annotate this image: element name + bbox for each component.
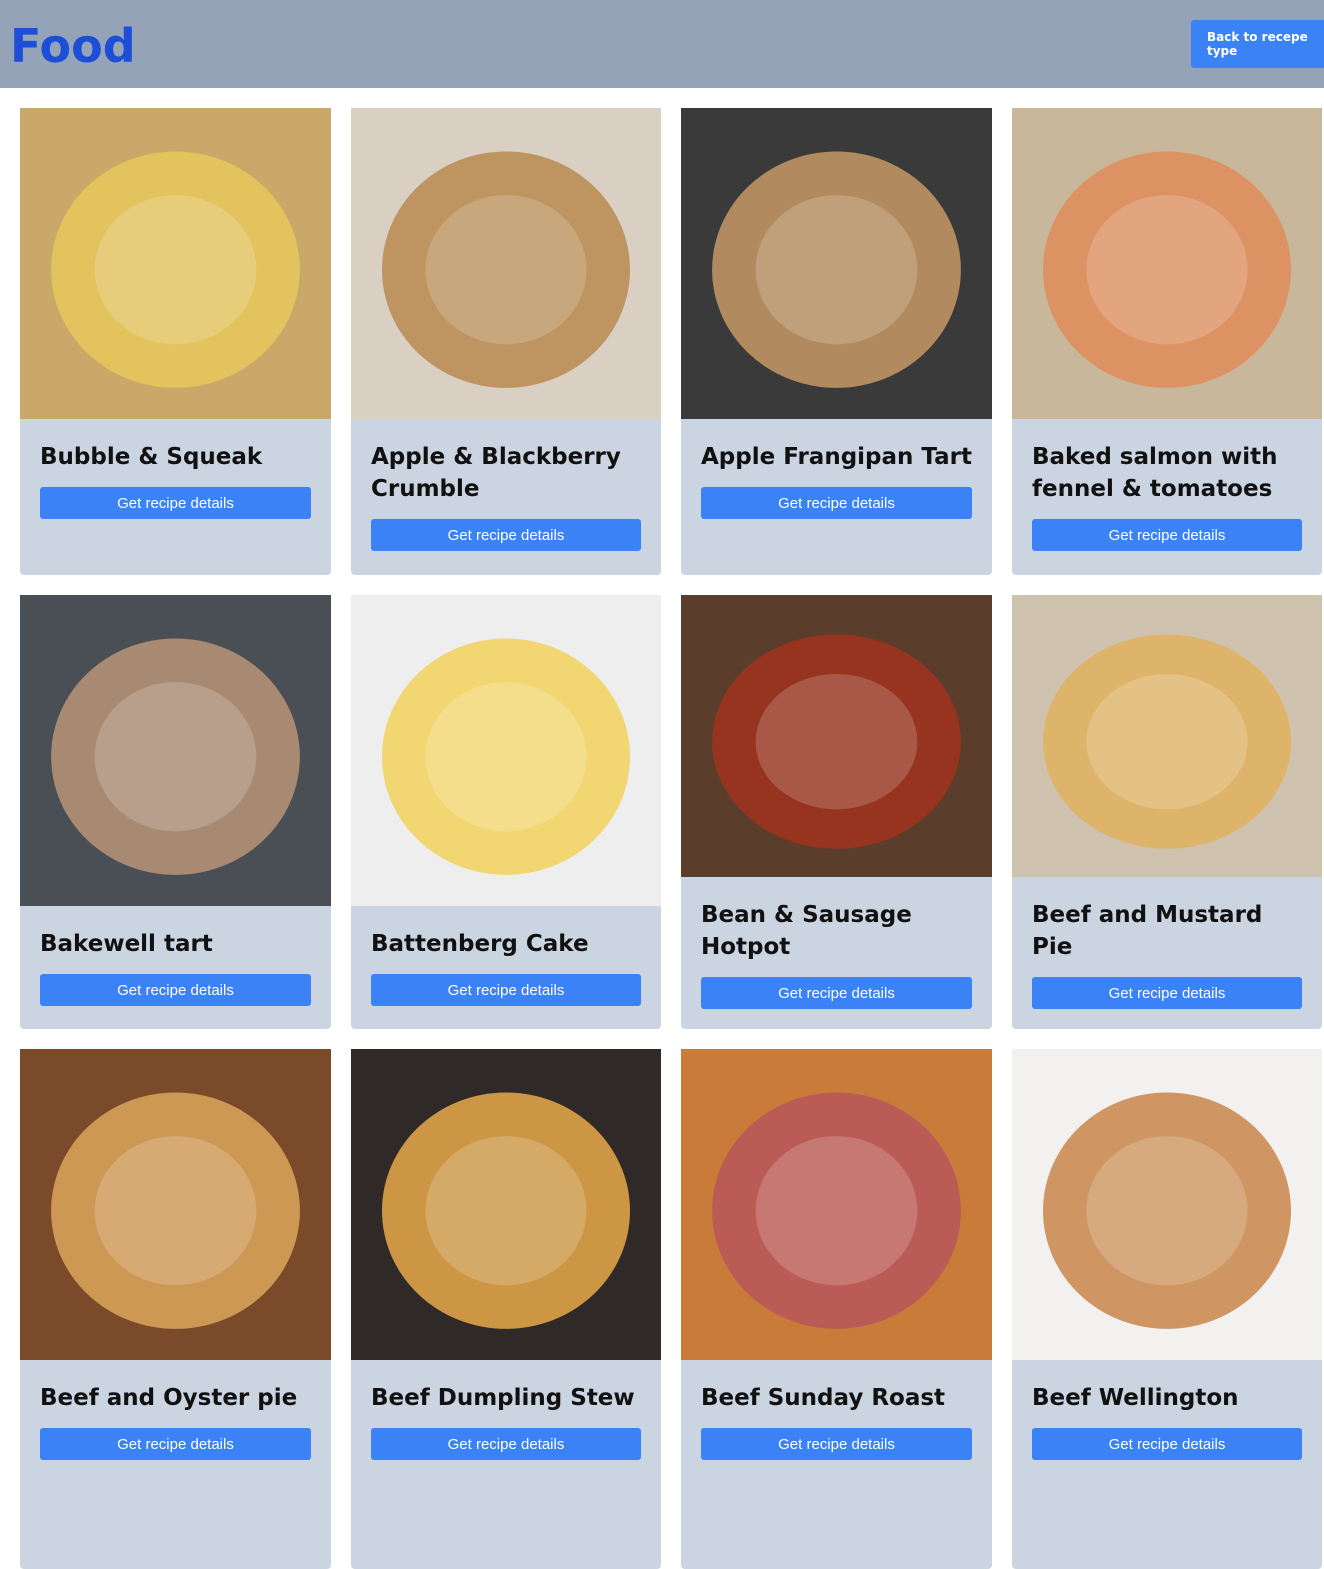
recipe-card: Baked salmon with fennel & tomatoes Get r… [1012, 108, 1322, 575]
recipe-title: Bakewell tart [40, 931, 213, 957]
recipe-image [20, 1049, 331, 1360]
beef-wellington-photo [1012, 1049, 1322, 1360]
recipe-image [20, 108, 331, 419]
recipe-image [351, 595, 661, 906]
bean-hotpot-photo [681, 595, 992, 877]
recipe-card: Beef Dumpling Stew Get recipe details [351, 1049, 661, 1569]
recipe-title: Beef Sunday Roast [701, 1385, 946, 1411]
recipe-image [681, 108, 992, 419]
recipe-card-body: Beef Wellington Get recipe details [1012, 1360, 1322, 1569]
page-title: Food [10, 19, 136, 73]
recipe-card: Apple & Blackberry Crumble Get recipe det… [351, 108, 661, 575]
recipe-title: Beef Dumpling Stew [371, 1385, 635, 1411]
recipe-image [351, 1049, 661, 1360]
recipe-card-body: Apple Frangipan Tart Get recipe details [681, 419, 992, 575]
salmon-photo [1012, 108, 1322, 419]
recipe-title: Apple & Blackberry Crumble [371, 444, 621, 502]
recipe-card-body: Bubble & Squeak Get recipe details [20, 419, 331, 575]
sunday-roast-photo [681, 1049, 992, 1360]
recipe-card: Bubble & Squeak Get recipe details [20, 108, 331, 575]
recipe-title: Bubble & Squeak [40, 444, 263, 470]
get-recipe-details-button[interactable]: Get recipe details [40, 1428, 311, 1460]
bubble-squeak-photo [20, 108, 331, 419]
recipe-card: Bean & Sausage Hotpot Get recipe details [681, 595, 992, 1029]
recipe-image [1012, 595, 1322, 877]
recipe-title: Battenberg Cake [371, 931, 589, 957]
recipe-image [20, 595, 331, 906]
recipe-card: Beef and Mustard Pie Get recipe details [1012, 595, 1322, 1029]
recipe-card-body: Beef and Oyster pie Get recipe details [20, 1360, 331, 1569]
recipe-card: Apple Frangipan Tart Get recipe details [681, 108, 992, 575]
recipe-image [681, 1049, 992, 1360]
recipe-title: Bean & Sausage Hotpot [701, 902, 912, 960]
get-recipe-details-button[interactable]: Get recipe details [371, 974, 641, 1006]
back-to-recipe-type-button[interactable]: Back to recepe type [1191, 20, 1324, 68]
get-recipe-details-button[interactable]: Get recipe details [701, 1428, 972, 1460]
recipe-grid: Bubble & Squeak Get recipe details Apple &… [20, 108, 1322, 1569]
get-recipe-details-button[interactable]: Get recipe details [1032, 1428, 1302, 1460]
get-recipe-details-button[interactable]: Get recipe details [701, 977, 972, 1009]
recipe-image [1012, 108, 1322, 419]
recipe-card-body: Bean & Sausage Hotpot Get recipe details [681, 877, 992, 1029]
battenberg-cake-photo [351, 595, 661, 906]
get-recipe-details-button[interactable]: Get recipe details [40, 487, 311, 519]
beef-mustard-pie-photo [1012, 595, 1322, 877]
frangipan-tart-photo [681, 108, 992, 419]
recipe-title: Beef and Mustard Pie [1032, 902, 1263, 960]
recipe-card-body: Beef and Mustard Pie Get recipe details [1012, 877, 1322, 1029]
recipe-card: Battenberg Cake Get recipe details [351, 595, 661, 1029]
recipe-title: Apple Frangipan Tart [701, 444, 972, 470]
beef-oyster-pie-photo [20, 1049, 331, 1360]
recipe-card-body: Beef Sunday Roast Get recipe details [681, 1360, 992, 1569]
recipe-card-body: Bakewell tart Get recipe details [20, 906, 331, 1029]
recipe-title: Beef and Oyster pie [40, 1385, 298, 1411]
recipe-card-body: Battenberg Cake Get recipe details [351, 906, 661, 1029]
crumble-photo [351, 108, 661, 419]
recipe-image [351, 108, 661, 419]
get-recipe-details-button[interactable]: Get recipe details [701, 487, 972, 519]
recipe-title: Beef Wellington [1032, 1385, 1239, 1411]
page-header: Food Back to recepe type [0, 0, 1324, 88]
dumpling-stew-photo [351, 1049, 661, 1360]
recipe-title: Baked salmon with fennel & tomatoes [1032, 444, 1278, 502]
bakewell-tart-photo [20, 595, 331, 906]
recipe-card: Beef and Oyster pie Get recipe details [20, 1049, 331, 1569]
recipe-image [1012, 1049, 1322, 1360]
get-recipe-details-button[interactable]: Get recipe details [371, 519, 641, 551]
recipe-card-body: Apple & Blackberry Crumble Get recipe det… [351, 419, 661, 575]
recipe-card-body: Baked salmon with fennel & tomatoes Get r… [1012, 419, 1322, 575]
get-recipe-details-button[interactable]: Get recipe details [1032, 977, 1302, 1009]
get-recipe-details-button[interactable]: Get recipe details [371, 1428, 641, 1460]
get-recipe-details-button[interactable]: Get recipe details [40, 974, 311, 1006]
recipe-card-body: Beef Dumpling Stew Get recipe details [351, 1360, 661, 1569]
recipe-card: Bakewell tart Get recipe details [20, 595, 331, 1029]
recipe-card: Beef Sunday Roast Get recipe details [681, 1049, 992, 1569]
get-recipe-details-button[interactable]: Get recipe details [1032, 519, 1302, 551]
recipe-card: Beef Wellington Get recipe details [1012, 1049, 1322, 1569]
recipe-image [681, 595, 992, 877]
